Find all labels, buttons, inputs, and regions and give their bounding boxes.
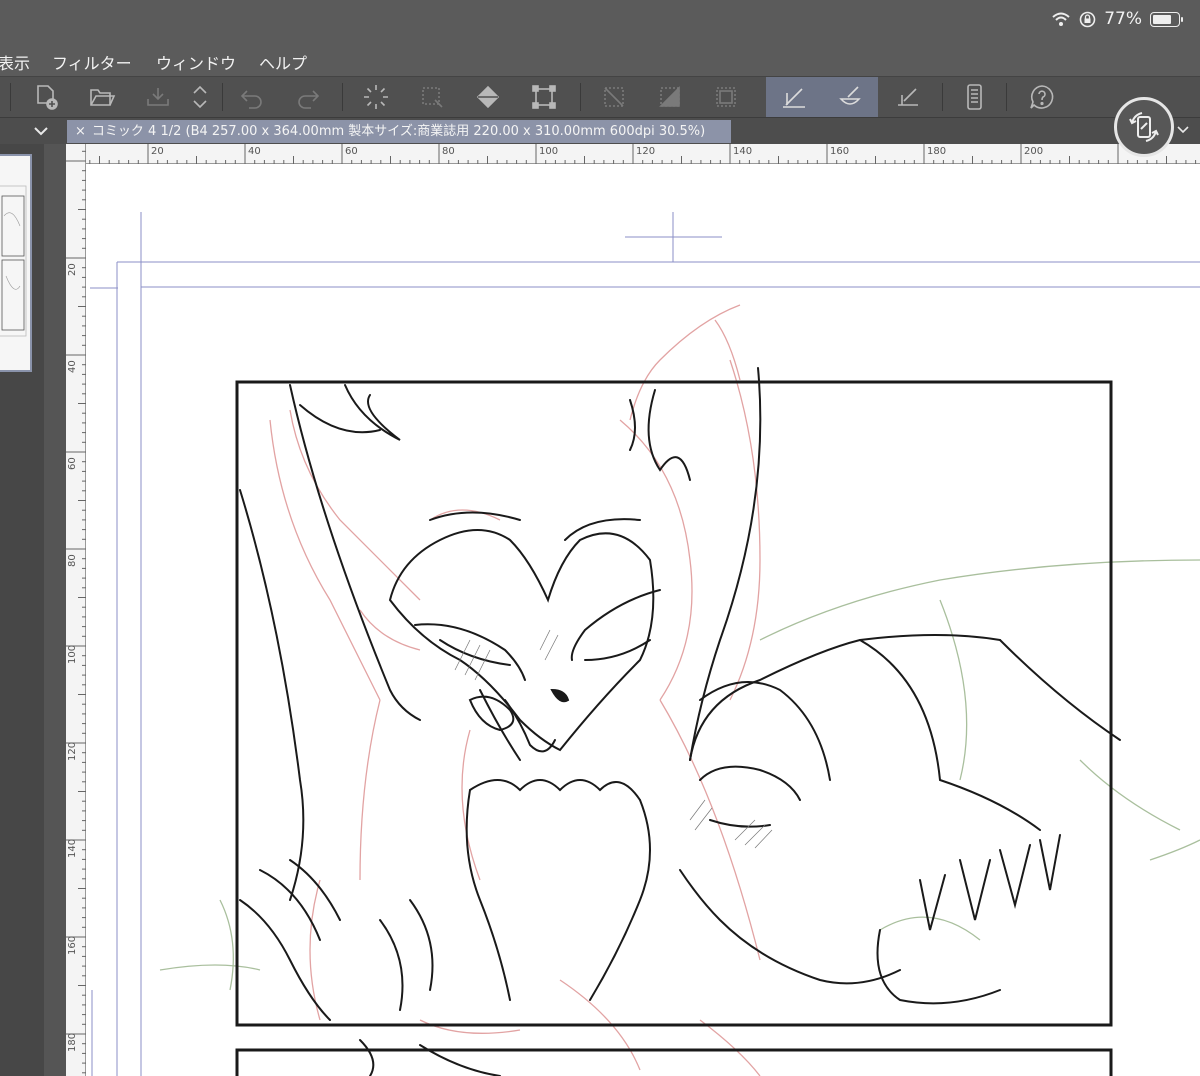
page-thumbnail[interactable] (0, 154, 32, 372)
drawing-canvas[interactable] (86, 164, 1200, 1076)
ruler-left-label: 140 (67, 838, 78, 858)
invert-selection-button[interactable] (650, 79, 690, 115)
redo-button[interactable] (288, 79, 328, 115)
status-bar: 77% (0, 0, 1200, 44)
rotate-canvas-button[interactable] (1114, 97, 1174, 157)
ruler-top-label: 20 (151, 146, 164, 157)
tab-comic-4[interactable]: × コミック 4 1/2 (B4 257.00 x 364.00mm 製本サイズ:… (67, 120, 731, 143)
lineart-layer (239, 367, 1121, 1076)
tab-close-icon[interactable]: × (75, 124, 86, 139)
smartphone-connect-button[interactable] (954, 79, 994, 115)
save-button[interactable] (138, 79, 178, 115)
panel-borders (235, 380, 1113, 1076)
ruler-left-label: 20 (67, 263, 78, 276)
selection-clear-icon (422, 87, 443, 108)
snap-to-special-ruler-button[interactable] (830, 79, 870, 115)
menu-window[interactable]: ウィンドウ (156, 50, 236, 74)
panel-gutter (44, 144, 66, 1076)
ruler-top-label: 80 (442, 146, 455, 157)
document-tab-bar: × コミック 4 1/2 (B4 257.00 x 364.00mm 製本サイズ:… (0, 118, 1200, 144)
undo-button[interactable] (232, 79, 272, 115)
clear-button[interactable] (356, 79, 396, 115)
menu-bar: 表示 フィルター ウィンドウ ヘルプ (0, 44, 1200, 76)
select-all-button[interactable] (706, 79, 746, 115)
ruler-horizontal: 20 40 60 80 100 120 140 160 180 200 (66, 144, 1200, 164)
sketch-layer-red (269, 304, 761, 1076)
ruler-left-label: 180 (67, 1032, 78, 1052)
smartphone-icon (967, 84, 982, 110)
folder-open-icon (90, 89, 116, 106)
command-bar (0, 76, 1200, 118)
wifi-icon (1052, 12, 1070, 26)
ruler-top-label: 180 (927, 146, 947, 157)
clear-outside-selection-button[interactable] (412, 79, 452, 115)
fill-bucket-icon (476, 85, 500, 109)
ruler-left-label: 60 (67, 457, 78, 470)
navigator-panel (0, 144, 44, 1076)
tab-list-chevron-icon[interactable] (1176, 123, 1190, 137)
transform-icon (532, 85, 556, 109)
ruler-top-label: 140 (733, 146, 753, 157)
manga-page (90, 212, 1200, 1076)
ruler-top-label: 40 (248, 146, 261, 157)
menu-filter[interactable]: フィルター (52, 50, 132, 74)
new-file-icon (37, 85, 58, 110)
deselect-icon (604, 87, 624, 107)
status-indicators: 77% (1051, 9, 1183, 29)
select-all-icon (716, 87, 736, 107)
snap-ruler-icon (783, 88, 805, 108)
ruler-left-label: 120 (67, 741, 78, 761)
battery-icon (1150, 11, 1183, 27)
open-file-button[interactable] (82, 79, 122, 115)
chevron-down-icon[interactable] (31, 121, 51, 141)
menu-help[interactable]: ヘルプ (259, 50, 307, 74)
undo-icon (240, 90, 262, 109)
sketch-layer-green (159, 559, 1200, 991)
ruler-left-label: 40 (67, 360, 78, 373)
fill-button[interactable] (468, 79, 508, 115)
help-button[interactable] (1022, 79, 1062, 115)
ruler-top-label: 200 (1024, 146, 1044, 157)
ruler-left-label: 100 (67, 644, 78, 664)
clear-burst-icon (364, 85, 388, 109)
snap-to-grid-button[interactable] (888, 79, 928, 115)
orientation-lock-icon (1079, 11, 1096, 27)
ruler-top-label: 160 (830, 146, 850, 157)
snap-grid-icon (898, 88, 918, 106)
ruler-top-label: 120 (636, 146, 656, 157)
ruler-left-label: 80 (67, 554, 78, 567)
thumbnail-preview (0, 185, 27, 337)
chevron-up-down-icon (193, 85, 207, 109)
menu-view[interactable]: 表示 (0, 50, 30, 74)
redo-icon (298, 90, 320, 109)
tab-title: コミック 4 1/2 (B4 257.00 x 364.00mm 製本サイズ:商… (91, 124, 706, 139)
help-bubble-icon (1030, 85, 1054, 109)
ruler-vertical: 20 40 60 80 100 120 140 160 180 (66, 144, 86, 1076)
invert-selection-icon (659, 86, 680, 107)
new-file-button[interactable] (26, 79, 66, 115)
save-download-icon (147, 88, 169, 106)
ruler-top-label: 60 (345, 146, 358, 157)
shading-hatch (454, 629, 773, 849)
rotate-canvas-icon (1129, 112, 1159, 142)
transform-button[interactable] (524, 79, 564, 115)
battery-level (1153, 14, 1171, 24)
deselect-button[interactable] (594, 79, 634, 115)
more-stepper-button[interactable] (180, 79, 220, 115)
snap-to-ruler-button[interactable] (774, 79, 814, 115)
battery-percent: 77% (1104, 9, 1142, 29)
ruler-top-label: 100 (539, 146, 559, 157)
snap-special-ruler-icon (839, 86, 861, 105)
ruler-left-label: 160 (67, 935, 78, 955)
